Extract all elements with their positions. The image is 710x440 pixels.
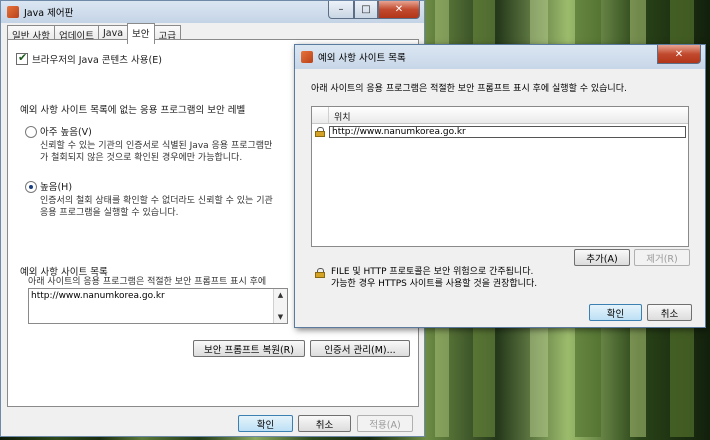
dialog-title: 예외 사항 사이트 목록 bbox=[318, 53, 406, 64]
dialog-description: 아래 사이트의 응용 프로그램은 적절한 보안 프롬프트 표시 후에 실행할 수… bbox=[311, 84, 627, 94]
site-row-editor[interactable]: http://www.nanumkorea.go.kr bbox=[329, 126, 686, 138]
checkbox-box: ✔ bbox=[16, 51, 28, 65]
java-coffee-icon bbox=[301, 51, 313, 63]
main-titlebar[interactable]: Java 제어판 – □ ✕ bbox=[1, 1, 424, 23]
main-cancel-button[interactable]: 취소 bbox=[298, 415, 351, 432]
enable-java-label: 브라우저의 Java 콘텐츠 사용(E) bbox=[32, 55, 162, 66]
very-high-label: 아주 높음(V) bbox=[40, 127, 92, 138]
scroll-down-icon[interactable]: ▼ bbox=[274, 311, 287, 323]
java-coffee-icon bbox=[7, 6, 19, 18]
exception-site-list-dialog: 예외 사항 사이트 목록 ✕ 아래 사이트의 응용 프로그램은 적절한 보안 프… bbox=[294, 44, 706, 328]
very-high-radio[interactable] bbox=[25, 126, 37, 138]
apply-button[interactable]: 적용(A) bbox=[357, 415, 413, 432]
site-row-text: http://www.nanumkorea.go.kr bbox=[332, 127, 466, 137]
close-icon: ✕ bbox=[674, 48, 684, 60]
table-header: 위치 bbox=[312, 107, 688, 124]
warning-line-2: 가능한 경우 HTTPS 사이트를 사용할 것을 권장합니다. bbox=[331, 279, 538, 289]
lock-icon bbox=[315, 268, 325, 278]
add-button[interactable]: 추가(A) bbox=[574, 249, 630, 266]
header-divider bbox=[328, 107, 329, 123]
scroll-up-icon[interactable]: ▲ bbox=[274, 289, 287, 301]
exception-site-item[interactable]: http://www.nanumkorea.go.kr bbox=[31, 290, 165, 302]
tab-security[interactable]: 보안 bbox=[127, 23, 155, 44]
main-window-title: Java 제어판 bbox=[24, 8, 74, 19]
radio-selected-dot bbox=[29, 185, 33, 189]
close-button[interactable]: ✕ bbox=[378, 1, 420, 19]
high-radio[interactable] bbox=[25, 181, 37, 193]
enable-java-checkbox[interactable]: ✔ 브라우저의 Java 콘텐츠 사용(E) bbox=[16, 51, 162, 66]
high-label: 높음(H) bbox=[40, 182, 73, 193]
check-icon: ✔ bbox=[18, 51, 28, 64]
dialog-titlebar[interactable]: 예외 사항 사이트 목록 ✕ bbox=[295, 45, 705, 69]
minimize-button[interactable]: – bbox=[328, 1, 354, 19]
manage-certificates-button[interactable]: 인증서 관리(M)... bbox=[310, 340, 410, 357]
restore-prompts-button[interactable]: 보안 프롬프트 복원(R) bbox=[193, 340, 305, 357]
main-ok-button[interactable]: 확인 bbox=[238, 415, 293, 432]
dialog-ok-button[interactable]: 확인 bbox=[589, 304, 642, 321]
exception-site-list[interactable]: http://www.nanumkorea.go.kr ▲ ▼ bbox=[28, 288, 288, 324]
dialog-cancel-button[interactable]: 취소 bbox=[647, 304, 692, 321]
remove-button[interactable]: 제거(R) bbox=[634, 249, 690, 266]
warning-line-1: FILE 및 HTTP 프로토콜은 보안 위험으로 간주됩니다. bbox=[331, 267, 534, 277]
dialog-close-button[interactable]: ✕ bbox=[657, 45, 701, 64]
table-row[interactable]: http://www.nanumkorea.go.kr bbox=[312, 126, 686, 139]
site-table[interactable]: 위치 http://www.nanumkorea.go.kr bbox=[311, 106, 689, 247]
close-icon: ✕ bbox=[394, 4, 404, 15]
maximize-button[interactable]: □ bbox=[354, 1, 378, 19]
security-level-heading: 예외 사항 사이트 목록에 없는 응용 프로그램의 보안 레벨 bbox=[20, 105, 246, 116]
lock-icon bbox=[315, 127, 325, 137]
exception-list-scrollbar[interactable]: ▲ ▼ bbox=[273, 289, 287, 323]
location-column-header[interactable]: 위치 bbox=[334, 110, 351, 123]
